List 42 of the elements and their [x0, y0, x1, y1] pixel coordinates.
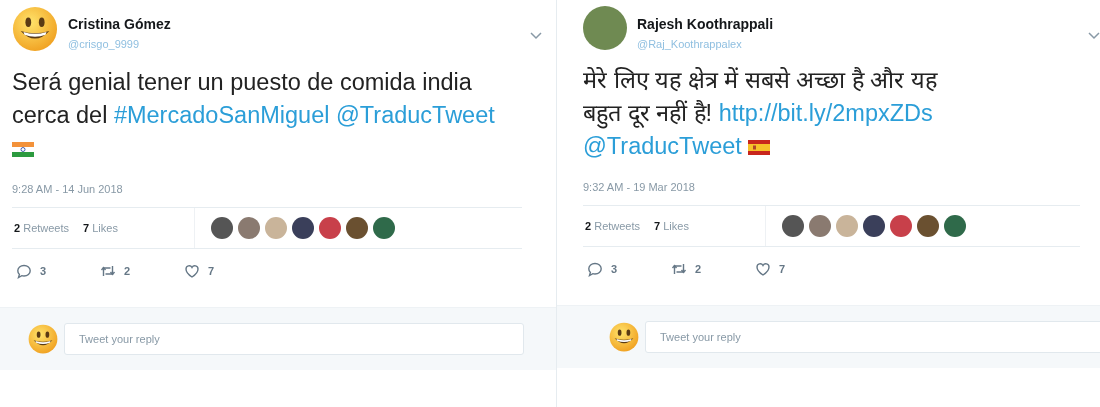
action-count: 3 [40, 265, 47, 277]
flag-icon [12, 142, 34, 157]
tweet-text: मेरे लिए यह क्षेत्र में सबसे अच्छा है और यह बहुत दूर नहीं है! http://bit.ly/2mpxZDs @TraducTweet [583, 66, 939, 161]
heart-icon[interactable] [184, 263, 200, 279]
liker-avatar[interactable] [782, 215, 804, 237]
liker-avatar[interactable] [917, 215, 939, 237]
reply-icon[interactable] [587, 261, 603, 277]
liker-avatar[interactable] [944, 215, 966, 237]
tweet-timestamp: 9:32 AM - 19 Mar 2018 [583, 181, 696, 193]
liker-avatar[interactable] [211, 217, 233, 239]
liker-avatar[interactable] [373, 217, 395, 239]
likes-count[interactable]: 7 Likes [83, 222, 118, 234]
user-name[interactable]: Rajesh Koothrappali [637, 16, 1078, 32]
retweet-icon[interactable] [100, 263, 116, 279]
liker-avatar[interactable] [292, 217, 314, 239]
avatar-photo[interactable] [583, 6, 627, 50]
liker-avatar[interactable] [863, 215, 885, 237]
retweet-icon[interactable] [671, 261, 687, 277]
tweet-timestamp: 9:28 AM - 14 Jun 2018 [12, 183, 124, 195]
smiley-face-icon [12, 6, 58, 52]
liker-avatar[interactable] [346, 217, 368, 239]
retweets-count[interactable]: 2 Retweets [585, 220, 641, 232]
flag-icon [748, 140, 771, 155]
retweets-count[interactable]: 2 Retweets [14, 222, 70, 234]
likes-count[interactable]: 7 Likes [654, 220, 689, 232]
user-name[interactable]: Cristina Gómez [68, 16, 520, 32]
chevron-down-icon[interactable] [530, 32, 542, 40]
action-count: 7 [779, 263, 786, 275]
liker-avatar[interactable] [890, 215, 912, 237]
reply-icon[interactable] [16, 263, 32, 279]
action-count: 7 [208, 265, 215, 277]
chevron-down-icon[interactable] [1088, 32, 1100, 40]
tweet-text: Será genial tener un puesto de comida india cerca del #MercadoSanMiguel @TraducTweet [12, 66, 542, 165]
liker-avatar[interactable] [319, 217, 341, 239]
action-count: 2 [124, 265, 131, 277]
smiley-face-icon [609, 322, 639, 352]
reply-field[interactable]: Tweet your reply [645, 321, 1100, 353]
action-count: 2 [695, 263, 702, 275]
action-count: 3 [611, 263, 618, 275]
reply-field[interactable]: Tweet your reply [64, 323, 524, 355]
smiley-face-icon [28, 324, 58, 354]
heart-icon[interactable] [755, 261, 771, 277]
